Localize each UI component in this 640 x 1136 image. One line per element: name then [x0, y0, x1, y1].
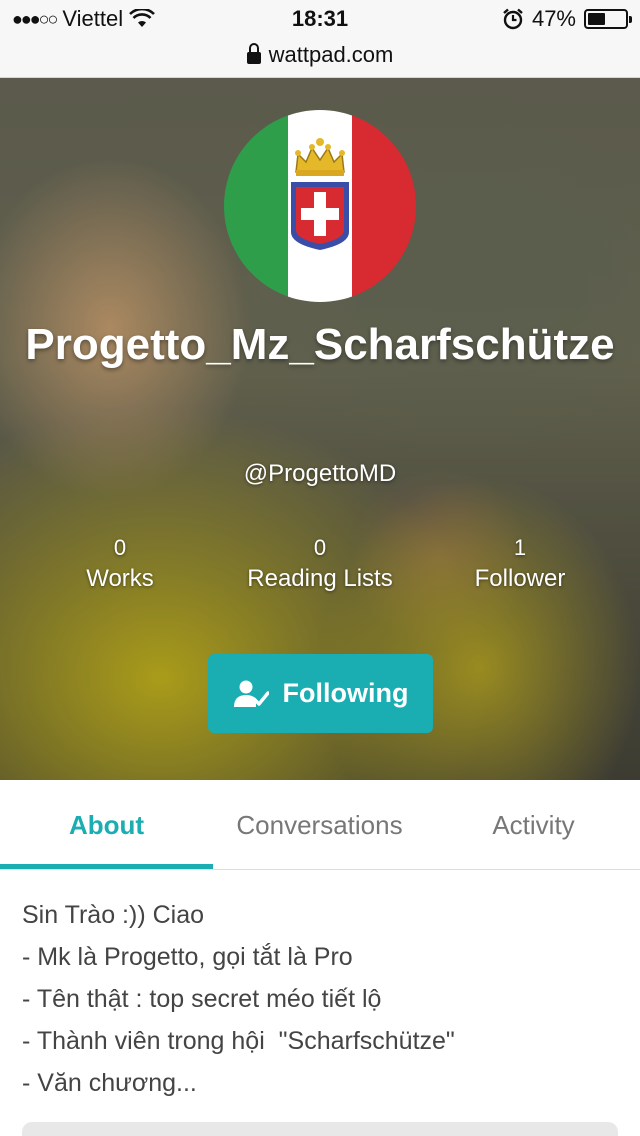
url-domain: wattpad.com: [268, 42, 394, 67]
battery-percentage: 47%: [531, 6, 576, 31]
stat-label: Follower: [474, 565, 566, 592]
about-line: - Văn chương...: [22, 1069, 197, 1097]
avatar[interactable]: [224, 110, 416, 302]
user-check-icon: [233, 680, 269, 707]
following-button-label: Following: [282, 678, 409, 708]
status-right: 47%: [502, 6, 632, 32]
stat-followers[interactable]: 1 Follower: [420, 534, 620, 596]
stat-reading-lists[interactable]: 0 Reading Lists: [220, 534, 420, 596]
stat-works[interactable]: 0 Works: [20, 534, 220, 596]
alarm-clock-icon: [503, 8, 523, 30]
about-line: - Thành viên trong hội "Scharfschütze": [22, 1027, 455, 1055]
stat-label: Works: [86, 565, 154, 592]
tab-activity[interactable]: Activity: [427, 780, 640, 870]
battery-icon: [584, 9, 632, 29]
about-line: - Mk là Progetto, gọi tắt là Pro: [22, 943, 353, 971]
profile-stats: 0 Works 0 Reading Lists 1 Follower: [0, 534, 640, 604]
address-bar[interactable]: wattpad.com: [0, 40, 640, 78]
tab-about[interactable]: About: [0, 780, 213, 870]
about-line: - Tên thật : top secret méo tiết lộ: [22, 985, 382, 1013]
stat-value: 0: [113, 535, 127, 560]
about-section: Sin Trào :)) Ciao - Mk là Progetto, gọi …: [22, 894, 622, 1104]
tab-conversations[interactable]: Conversations: [213, 780, 426, 870]
stat-value: 1: [513, 535, 527, 560]
savoy-crest-icon: [291, 138, 349, 250]
profile-display-name: Progetto_Mz_Scharfschütze: [25, 320, 615, 369]
read-more-bar[interactable]: [22, 1122, 618, 1136]
following-button[interactable]: Following: [208, 654, 433, 733]
stat-value: 0: [313, 535, 327, 560]
profile-handle: @ProgettoMD: [243, 460, 397, 487]
about-line: Sin Trào :)) Ciao: [22, 901, 205, 929]
stat-label: Reading Lists: [247, 565, 393, 592]
profile-tabs: About Conversations Activity: [0, 780, 640, 870]
profile-header: Progetto_Mz_Scharfschütze @ProgettoMD 0 …: [0, 78, 640, 780]
lock-icon: [246, 43, 261, 64]
status-bar: ●●●○○ Viettel 18:31 47%: [0, 0, 640, 40]
battery-fill: [588, 13, 605, 25]
active-tab-indicator: [0, 864, 213, 869]
